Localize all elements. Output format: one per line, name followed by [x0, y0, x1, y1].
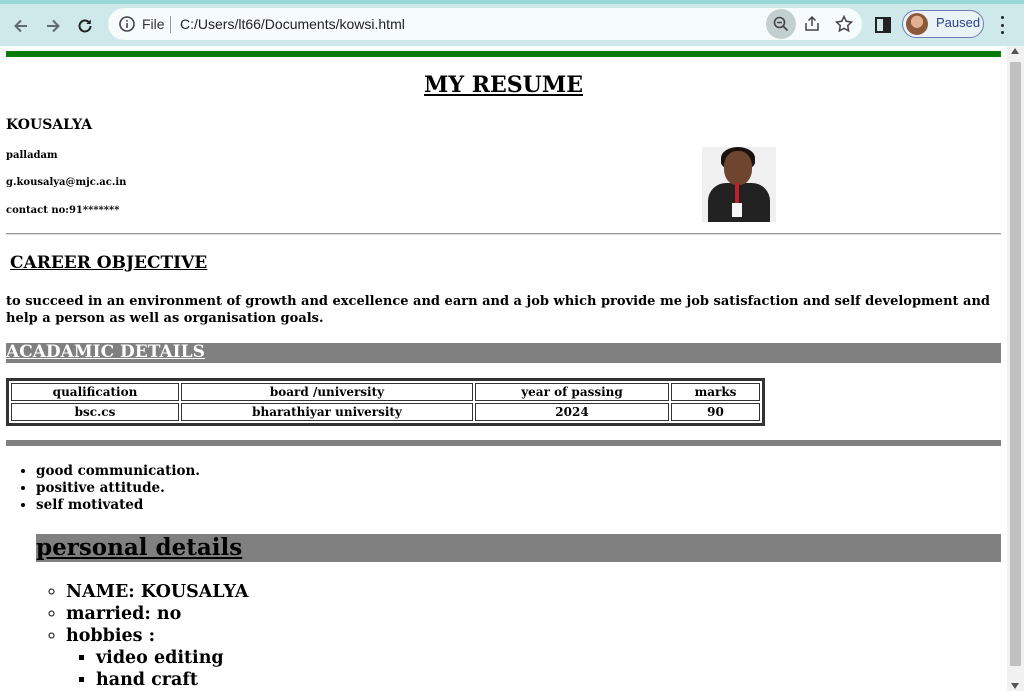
- academic-section-bar: ACADAMIC DETAILS: [6, 342, 1001, 363]
- career-objective-text: to succeed in an environment of growth a…: [6, 294, 991, 326]
- menu-icon[interactable]: [994, 14, 1010, 36]
- divider: [6, 233, 1001, 235]
- hobbies-label: hobbies :: [66, 626, 156, 646]
- side-panel-icon[interactable]: [874, 16, 892, 34]
- zoom-button[interactable]: [766, 9, 796, 39]
- scroll-up-icon[interactable]: [1011, 48, 1019, 54]
- reload-icon: [78, 19, 92, 33]
- divider: [170, 16, 171, 33]
- list-item: video editing: [96, 647, 248, 669]
- star-icon[interactable]: [834, 14, 854, 34]
- profile-photo: [702, 147, 776, 222]
- table-cell: 90: [671, 403, 760, 421]
- info-icon[interactable]: [118, 15, 136, 33]
- profile-status: Paused: [936, 15, 981, 30]
- table-header: year of passing: [475, 383, 669, 401]
- list-item: good communication.: [36, 463, 200, 480]
- skills-list: good communication. positive attitude. s…: [36, 463, 200, 514]
- hobbies-list: video editing hand craft: [66, 647, 248, 691]
- table-header-row: qualification board /university year of …: [11, 383, 760, 401]
- candidate-name: KOUSALYA: [6, 117, 93, 133]
- table-header: marks: [671, 383, 760, 401]
- page-title: MY RESUME: [424, 72, 583, 98]
- list-item: self motivated: [36, 497, 200, 514]
- table-row: bsc.cs bharathiyar university 2024 90: [11, 403, 760, 421]
- personal-details-list: NAME: KOUSALYA married: no hobbies : vid…: [66, 581, 248, 691]
- zoom-out-icon: [773, 16, 789, 32]
- contact-text: contact no:91*******: [6, 205, 120, 216]
- profile-button[interactable]: Paused: [902, 10, 984, 38]
- list-item: hobbies : video editing hand craft: [66, 625, 248, 691]
- table-header: board /university: [181, 383, 473, 401]
- vertical-scrollbar[interactable]: [1007, 46, 1024, 691]
- table-cell: bharathiyar university: [181, 403, 473, 421]
- academic-table: qualification board /university year of …: [6, 378, 765, 426]
- list-item: positive attitude.: [36, 480, 200, 497]
- list-item: married: no: [66, 603, 248, 625]
- forward-arrow-icon: [47, 19, 60, 33]
- reload-button[interactable]: [71, 12, 99, 40]
- forward-button[interactable]: [39, 12, 67, 40]
- top-rule: [6, 51, 1001, 57]
- table-header: qualification: [11, 383, 179, 401]
- career-objective-heading: CAREER OBJECTIVE: [10, 253, 208, 273]
- file-label: File: [142, 16, 165, 32]
- email-text: g.kousalya@mjc.ac.in: [6, 177, 127, 188]
- address-bar[interactable]: File C:/Users/lt66/Documents/kowsi.html: [108, 8, 862, 40]
- url-text[interactable]: C:/Users/lt66/Documents/kowsi.html: [180, 14, 405, 34]
- personal-heading: personal details: [36, 534, 243, 561]
- share-icon[interactable]: [802, 14, 822, 34]
- back-arrow-icon: [14, 19, 27, 33]
- table-cell: 2024: [475, 403, 669, 421]
- page-content: MY RESUME KOUSALYA palladam g.kousalya@m…: [0, 46, 1007, 691]
- list-item: NAME: KOUSALYA: [66, 581, 248, 603]
- back-button[interactable]: [7, 12, 35, 40]
- personal-section-bar: personal details: [36, 534, 1001, 562]
- location-text: palladam: [6, 150, 58, 161]
- scroll-down-icon[interactable]: [1011, 683, 1019, 689]
- browser-toolbar: File C:/Users/lt66/Documents/kowsi.html …: [0, 0, 1024, 46]
- avatar: [906, 13, 928, 35]
- section-divider: [6, 440, 1001, 446]
- table-cell: bsc.cs: [11, 403, 179, 421]
- scroll-thumb[interactable]: [1010, 62, 1021, 666]
- academic-heading: ACADAMIC DETAILS: [6, 342, 205, 362]
- list-item: hand craft: [96, 669, 248, 691]
